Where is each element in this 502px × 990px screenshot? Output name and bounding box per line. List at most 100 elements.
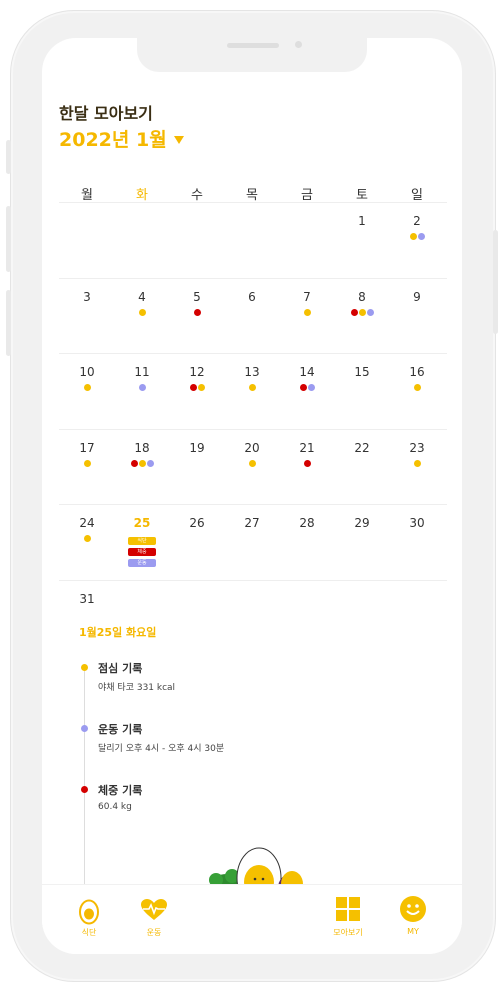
- record-dot: [248, 460, 256, 467]
- page-title: 한달 모아보기: [59, 104, 153, 123]
- calendar-day[interactable]: 30: [402, 516, 432, 530]
- calendar-day[interactable]: 19: [182, 441, 212, 455]
- calendar-day[interactable]: 6: [237, 290, 267, 304]
- grid-icon[interactable]: [336, 897, 360, 921]
- record-dot: [83, 535, 91, 542]
- record-dot: [413, 384, 421, 391]
- record-dot: [83, 460, 91, 467]
- record-dot: [303, 309, 311, 316]
- today-record-tag: 체중: [128, 548, 156, 556]
- record-dots: [189, 384, 205, 392]
- row-divider: [59, 580, 447, 581]
- record-dots: [130, 460, 154, 468]
- nav-label-my[interactable]: MY: [383, 927, 443, 936]
- calendar-day[interactable]: 3: [72, 290, 102, 304]
- record-dot: [366, 309, 374, 316]
- calendar-day[interactable]: 21: [292, 441, 322, 455]
- bottom-nav: [42, 884, 462, 954]
- record-dot: [350, 309, 358, 316]
- calendar-day[interactable]: 28: [292, 516, 322, 530]
- month-selector[interactable]: 2022년 1월: [59, 125, 184, 152]
- record-dot: [138, 460, 146, 467]
- diet-egg-icon[interactable]: [78, 897, 100, 925]
- calendar-day[interactable]: 18: [127, 441, 157, 455]
- calendar-day[interactable]: 27: [237, 516, 267, 530]
- record-detail: 달리기 오후 4시 - 오후 4시 30분: [98, 744, 225, 754]
- calendar-day[interactable]: 13: [237, 365, 267, 379]
- timeline-dot: [81, 786, 88, 793]
- power-button: [493, 230, 498, 334]
- calendar-day[interactable]: 10: [72, 365, 102, 379]
- record-dots: [138, 309, 146, 317]
- record-dots: [248, 460, 256, 468]
- record-dot: [409, 233, 417, 240]
- calendar-day[interactable]: 23: [402, 441, 432, 455]
- timeline-dot: [81, 664, 88, 671]
- weekday-label: 수: [191, 188, 203, 203]
- record-dot: [303, 460, 311, 467]
- record-detail: 야채 타코 331 kcal: [98, 683, 176, 693]
- calendar-day[interactable]: 16: [402, 365, 432, 379]
- calendar-day[interactable]: 9: [402, 290, 432, 304]
- nav-label-overview[interactable]: 모아보기: [318, 927, 378, 938]
- record-dot: [138, 309, 146, 316]
- calendar-day[interactable]: 26: [182, 516, 212, 530]
- calendar-day[interactable]: 4: [127, 290, 157, 304]
- row-divider: [59, 278, 447, 279]
- record-dots: [413, 460, 421, 468]
- record-dot: [307, 384, 315, 391]
- record-dots: [193, 309, 201, 317]
- calendar-day[interactable]: 8: [347, 290, 377, 304]
- record-dot: [358, 309, 366, 316]
- calendar-day[interactable]: 5: [182, 290, 212, 304]
- today-record-tag: 식단: [128, 537, 156, 545]
- record-dots: [299, 384, 315, 392]
- calendar-day[interactable]: 17: [72, 441, 102, 455]
- month-label: 2022년 1월: [59, 129, 167, 151]
- calendar-day[interactable]: 25: [127, 516, 157, 530]
- nav-label-diet[interactable]: 식단: [59, 927, 119, 938]
- calendar-day[interactable]: 1: [347, 214, 377, 228]
- record-dots: [138, 384, 146, 392]
- record-title[interactable]: 점심 기록: [98, 660, 142, 676]
- calendar-day[interactable]: 14: [292, 365, 322, 379]
- timeline-line: [84, 666, 85, 886]
- calendar-day[interactable]: 29: [347, 516, 377, 530]
- record-title[interactable]: 운동 기록: [98, 721, 142, 737]
- record-dots: [248, 384, 256, 392]
- record-dot: [197, 384, 205, 391]
- calendar-day[interactable]: 31: [72, 592, 102, 606]
- calendar-day[interactable]: 24: [72, 516, 102, 530]
- calendar-day[interactable]: 7: [292, 290, 322, 304]
- caret-down-icon: [173, 135, 184, 144]
- calendar-day[interactable]: 22: [347, 441, 377, 455]
- today-record-tag: 운동: [128, 559, 156, 567]
- calendar-day[interactable]: 20: [237, 441, 267, 455]
- smiley-icon[interactable]: [400, 896, 426, 922]
- record-dot: [146, 460, 154, 467]
- record-dots: [350, 309, 374, 317]
- record-dot: [417, 233, 425, 240]
- weekday-label: 목: [246, 188, 258, 203]
- calendar-day[interactable]: 2: [402, 214, 432, 228]
- calendar-day[interactable]: 11: [127, 365, 157, 379]
- record-dots: [303, 309, 311, 317]
- record-detail: 60.4 kg: [98, 802, 132, 812]
- record-dot: [130, 460, 138, 467]
- weekday-label: 금: [301, 188, 313, 203]
- nav-label-exercise[interactable]: 운동: [124, 927, 184, 938]
- record-dot: [413, 460, 421, 467]
- calendar-day[interactable]: 15: [347, 365, 377, 379]
- record-title[interactable]: 체중 기록: [98, 782, 142, 798]
- record-dots: [409, 233, 425, 241]
- calendar-day[interactable]: 12: [182, 365, 212, 379]
- volume-up-button: [6, 206, 11, 272]
- camera: [295, 41, 302, 48]
- row-divider: [59, 353, 447, 354]
- heart-pulse-icon[interactable]: [140, 898, 168, 922]
- record-dots: [303, 460, 311, 468]
- weekday-label: 월: [81, 188, 93, 203]
- volume-down-button: [6, 290, 11, 356]
- weekday-label: 일: [411, 188, 423, 203]
- side-button: [6, 140, 11, 174]
